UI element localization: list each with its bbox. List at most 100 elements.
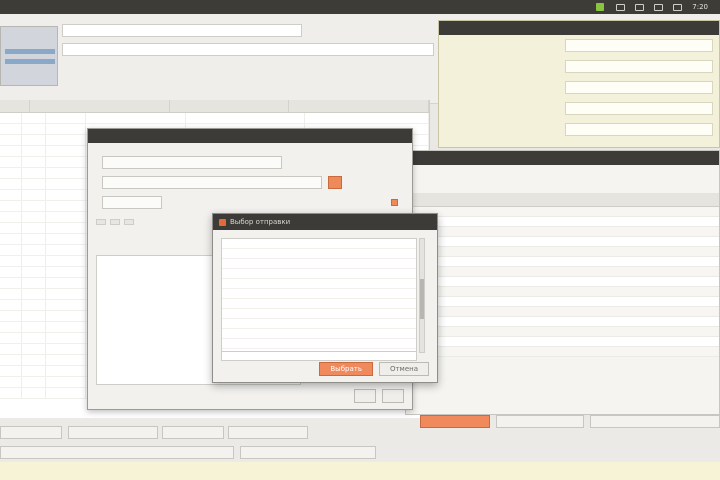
list-item[interactable] — [222, 269, 416, 279]
table-cell — [505, 337, 624, 346]
ok-button[interactable] — [354, 389, 376, 403]
table-row[interactable] — [406, 267, 719, 277]
bottom-button[interactable] — [0, 426, 62, 439]
table-row[interactable] — [406, 207, 719, 217]
tab-3[interactable] — [124, 219, 134, 225]
table-row[interactable] — [406, 307, 719, 317]
table-cell — [22, 388, 46, 398]
tab-1[interactable] — [96, 219, 106, 225]
bottom-button[interactable] — [240, 446, 376, 459]
prop-value[interactable] — [565, 39, 713, 52]
table-row[interactable] — [406, 327, 719, 337]
dialog-buttons: Выбрать Отмена — [319, 362, 429, 376]
list-item[interactable] — [222, 289, 416, 299]
table-cell — [625, 207, 719, 216]
table-cell — [46, 311, 86, 321]
table-cell — [625, 307, 719, 316]
header-field-top[interactable] — [62, 24, 302, 37]
prop-value[interactable] — [565, 60, 713, 73]
table-cell — [0, 366, 22, 376]
bottom-button[interactable] — [590, 415, 720, 428]
table-row[interactable] — [406, 317, 719, 327]
table-row[interactable] — [406, 297, 719, 307]
table-cell — [505, 287, 624, 296]
bottom-button[interactable] — [496, 415, 584, 428]
table-cell — [0, 135, 22, 145]
table-row[interactable] — [406, 337, 719, 347]
mail-icon[interactable] — [654, 3, 664, 11]
tab-2[interactable] — [110, 219, 120, 225]
list-item[interactable] — [222, 299, 416, 309]
dialog-tabs — [96, 219, 134, 225]
table-cell — [86, 113, 186, 123]
prop-value[interactable] — [565, 102, 713, 115]
table-cell — [0, 267, 22, 277]
header-field-second[interactable] — [62, 43, 434, 56]
table-cell — [22, 135, 46, 145]
list-item[interactable] — [222, 239, 416, 249]
bottom-button[interactable] — [162, 426, 224, 439]
bottom-button[interactable] — [228, 426, 308, 439]
bottom-button-primary[interactable] — [420, 415, 490, 428]
tray-green-icon[interactable] — [596, 3, 605, 11]
keyboard-icon[interactable] — [635, 3, 645, 11]
column-header[interactable] — [30, 100, 170, 112]
list-item[interactable] — [222, 259, 416, 269]
cancel-button[interactable]: Отмена — [378, 362, 429, 376]
clock[interactable]: 7:20 — [692, 3, 708, 11]
table-cell — [505, 217, 624, 226]
table-row[interactable] — [406, 217, 719, 227]
bottom-button[interactable] — [68, 426, 158, 439]
table-cell — [22, 223, 46, 233]
dialog-buttons — [354, 389, 404, 403]
column-header[interactable] — [505, 193, 624, 206]
list-item[interactable] — [222, 339, 416, 349]
table-body — [406, 207, 719, 357]
checkbox[interactable] — [391, 198, 398, 206]
network-icon[interactable] — [616, 3, 626, 11]
prop-value[interactable] — [565, 81, 713, 94]
list-item[interactable] — [222, 309, 416, 319]
table-cell — [22, 278, 46, 288]
table-row[interactable] — [406, 247, 719, 257]
table-row[interactable] — [406, 277, 719, 287]
table-row[interactable] — [406, 227, 719, 237]
table-row[interactable] — [0, 113, 430, 124]
prop-value[interactable] — [565, 123, 713, 136]
search-input[interactable] — [221, 351, 417, 361]
select-button[interactable]: Выбрать — [319, 362, 373, 376]
table-cell — [22, 190, 46, 200]
selection-list[interactable] — [221, 238, 417, 353]
scrollbar-thumb[interactable] — [420, 279, 424, 319]
list-item[interactable] — [222, 279, 416, 289]
list-item[interactable] — [222, 319, 416, 329]
table-cell — [0, 168, 22, 178]
clear-button[interactable] — [328, 175, 342, 189]
status-strip — [0, 462, 720, 480]
table-cell — [625, 227, 719, 236]
bottom-button[interactable] — [0, 446, 234, 459]
thumbnail-image — [0, 26, 58, 86]
table-cell — [0, 223, 22, 233]
table-cell — [505, 327, 624, 336]
manager-combo[interactable] — [102, 175, 322, 189]
column-header[interactable] — [406, 193, 505, 206]
cancel-button[interactable] — [382, 389, 404, 403]
scrollbar[interactable] — [419, 238, 425, 353]
table-cell — [46, 223, 86, 233]
table-row[interactable] — [406, 287, 719, 297]
selection-dialog: Выбор отправки Выбрать Отмена — [212, 213, 438, 383]
column-header[interactable] — [170, 100, 290, 112]
list-item[interactable] — [222, 329, 416, 339]
list-item[interactable] — [222, 249, 416, 259]
table-row[interactable] — [406, 257, 719, 267]
volume-icon[interactable] — [673, 3, 683, 11]
table-row[interactable] — [406, 347, 719, 357]
contractor-combo[interactable] — [102, 155, 282, 169]
column-header[interactable] — [289, 100, 430, 112]
column-header[interactable] — [625, 193, 719, 206]
table-row[interactable] — [406, 237, 719, 247]
column-header[interactable] — [0, 100, 30, 112]
date-field[interactable] — [102, 195, 162, 209]
close-icon[interactable] — [219, 218, 226, 226]
